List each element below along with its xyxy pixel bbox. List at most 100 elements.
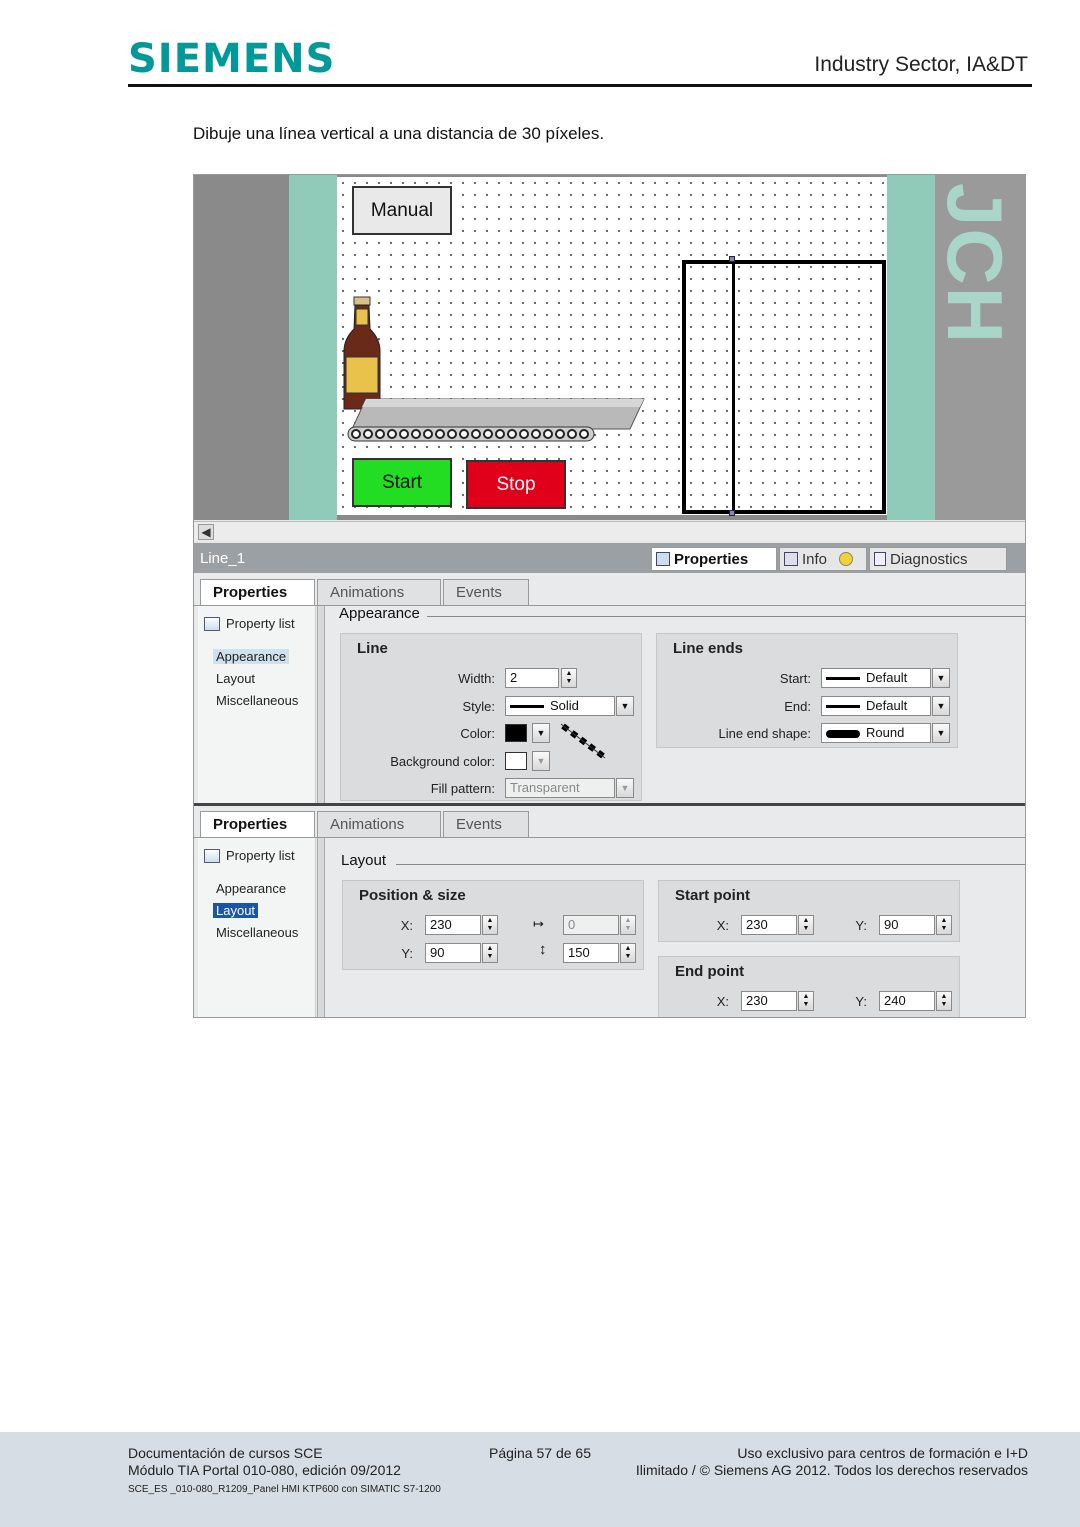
line-pattern-preview-icon [560, 723, 606, 759]
style-dropdown[interactable]: Solid [505, 696, 615, 716]
width-arrows-icon: ↦ [533, 916, 544, 931]
horizontal-scrollbar[interactable]: ◀ [194, 521, 1025, 541]
end-y-field[interactable]: 240 [879, 991, 935, 1011]
end-x-field[interactable]: 230 [741, 991, 797, 1011]
size-height-field[interactable]: 150 [563, 943, 619, 963]
sidebar-item-appearance[interactable]: Appearance [213, 649, 290, 664]
width-label: Width: [458, 671, 495, 686]
footer-module: Módulo TIA Portal 010-080, edición 09/20… [128, 1462, 401, 1478]
style-value: Solid [550, 698, 579, 713]
tab-properties-2[interactable]: Properties [200, 811, 315, 837]
siemens-logo: SIEMENS [128, 36, 336, 82]
bg-color-label: Background color: [390, 754, 495, 769]
properties-tab-strip: Properties Animations Events [200, 579, 529, 605]
size-width-field[interactable]: 0 [563, 915, 619, 935]
sidebar-item-miscellaneous-2[interactable]: Miscellaneous [216, 925, 298, 940]
size-height-stepper[interactable]: ▲ ▼ [620, 943, 636, 963]
line-color-swatch[interactable] [505, 724, 527, 742]
start-button[interactable]: Start [352, 458, 452, 507]
manual-button[interactable]: Manual [352, 186, 452, 235]
rectangle-object[interactable] [682, 260, 886, 514]
round-end-icon [826, 729, 860, 738]
conveyor-icon[interactable] [344, 393, 649, 445]
tab-animations[interactable]: Animations [317, 579, 441, 605]
stop-button[interactable]: Stop [466, 460, 566, 509]
sidebar-splitter[interactable] [317, 606, 325, 803]
line-end-dropdown-arrow[interactable]: ▼ [932, 696, 950, 716]
color-label: Color: [460, 726, 495, 741]
line-start-value: Default [866, 670, 908, 685]
sidebar-item-layout-2[interactable]: Layout [213, 903, 259, 918]
header-divider [128, 84, 1032, 87]
fill-pattern-dropdown[interactable]: Transparent [505, 778, 615, 798]
tia-portal-screenshot: JCH Manual Start Stop ◀ Line_1 Propertie… [193, 174, 1026, 1018]
start-x-field[interactable]: 230 [741, 915, 797, 935]
tab-properties-inspector[interactable]: Properties [651, 547, 777, 571]
start-x-label: X: [716, 918, 729, 933]
end-y-label: Y: [855, 994, 867, 1009]
line-end-handle[interactable] [729, 510, 735, 516]
selected-object-name: Line_1 [200, 550, 246, 567]
section-title-layout: Layout [341, 852, 387, 869]
property-list-link-2[interactable]: Property list [204, 848, 295, 863]
sidebar-splitter-2[interactable] [317, 838, 325, 1017]
size-width-stepper[interactable]: ▲ ▼ [620, 915, 636, 935]
intro-text: Dibuje una línea vertical a una distanci… [193, 124, 605, 143]
start-y-stepper[interactable]: ▲ ▼ [936, 915, 952, 935]
line-1-object[interactable] [732, 260, 735, 514]
pos-x-field[interactable]: 230 [425, 915, 481, 935]
property-sidebar-2: Property list Appearance Layout Miscella… [198, 838, 316, 1017]
tab-diagnostics[interactable]: Diagnostics [869, 547, 1007, 571]
tab-animations-2[interactable]: Animations [317, 811, 441, 837]
scroll-left-icon[interactable]: ◀ [198, 524, 214, 540]
start-label: Start: [779, 671, 811, 686]
start-point-group: Start point X: 230 ▲ ▼ Y: 90 ▲ ▼ [658, 880, 960, 942]
properties-tab-strip-2: Properties Animations Events [200, 811, 529, 837]
property-list-link[interactable]: Property list [204, 616, 295, 631]
end-label: End: [784, 699, 811, 714]
info-icon [784, 552, 798, 566]
tab-info[interactable]: Info [779, 547, 867, 571]
line-start-icon [826, 677, 860, 681]
line-end-shape-label: Line end shape: [718, 726, 811, 741]
line-end-dropdown[interactable]: Default [821, 696, 931, 716]
style-dropdown-arrow[interactable]: ▼ [616, 696, 634, 716]
sidebar-item-layout[interactable]: Layout [216, 671, 255, 686]
tab-properties[interactable]: Properties [200, 579, 315, 605]
position-size-title: Position & size [359, 887, 466, 904]
style-label: Style: [462, 699, 495, 714]
height-arrows-icon: ↕ [539, 941, 547, 958]
start-x-stepper[interactable]: ▲ ▼ [798, 915, 814, 935]
inspector-title-bar: Line_1 Properties Info Diagnostics [194, 543, 1025, 573]
start-y-field[interactable]: 90 [879, 915, 935, 935]
pos-y-field[interactable]: 90 [425, 943, 481, 963]
line-end-shape-dropdown[interactable]: Round [821, 723, 931, 743]
appearance-properties-panel: Properties Animations Events Property li… [194, 573, 1025, 803]
fill-pattern-dropdown-arrow[interactable]: ▼ [616, 778, 634, 798]
bg-color-dropdown-arrow[interactable]: ▼ [532, 751, 550, 771]
line-start-handle[interactable] [729, 256, 735, 262]
end-x-stepper[interactable]: ▲ ▼ [798, 991, 814, 1011]
property-list-label: Property list [226, 616, 295, 631]
sidebar-item-appearance-2[interactable]: Appearance [216, 881, 286, 896]
start-y-label: Y: [855, 918, 867, 933]
line-start-dropdown-arrow[interactable]: ▼ [932, 668, 950, 688]
line-start-dropdown[interactable]: Default [821, 668, 931, 688]
color-dropdown-arrow[interactable]: ▼ [532, 723, 550, 743]
line-group: Line Width: 2 ▲ ▼ Style: Solid ▼ Color: ▼… [340, 633, 642, 801]
line-end-shape-dropdown-arrow[interactable]: ▼ [932, 723, 950, 743]
width-stepper[interactable]: ▲ ▼ [561, 668, 577, 688]
width-field[interactable]: 2 [505, 668, 559, 688]
tab-events-2[interactable]: Events [443, 811, 529, 837]
footer-course-doc: Documentación de cursos SCE [128, 1445, 323, 1461]
tab-events[interactable]: Events [443, 579, 529, 605]
tab-properties-label: Properties [674, 550, 749, 568]
sidebar-item-miscellaneous[interactable]: Miscellaneous [216, 693, 298, 708]
pos-y-stepper[interactable]: ▲ ▼ [482, 943, 498, 963]
section-rule-2 [396, 864, 1025, 865]
section-title-appearance: Appearance [339, 605, 420, 622]
properties-icon [656, 552, 670, 566]
end-y-stepper[interactable]: ▲ ▼ [936, 991, 952, 1011]
pos-x-stepper[interactable]: ▲ ▼ [482, 915, 498, 935]
bg-color-swatch[interactable] [505, 752, 527, 770]
